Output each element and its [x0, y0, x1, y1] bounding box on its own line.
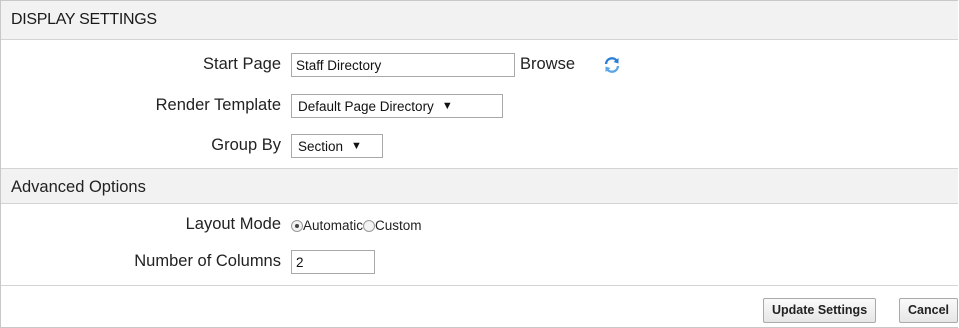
- start-page-input[interactable]: [291, 53, 515, 77]
- cancel-button[interactable]: Cancel: [899, 298, 958, 323]
- automatic-radio-label[interactable]: Automatic: [303, 218, 363, 233]
- dropdown-arrow-icon: ▼: [351, 140, 362, 152]
- custom-radio[interactable]: [363, 219, 376, 232]
- dropdown-arrow-icon: ▼: [441, 100, 453, 112]
- group-by-value: Section: [298, 138, 344, 154]
- advanced-options-header: Advanced Options: [1, 168, 958, 204]
- section-title: DISPLAY SETTINGS: [1, 1, 958, 40]
- automatic-radio[interactable]: [291, 219, 303, 232]
- update-settings-button[interactable]: Update Settings: [763, 298, 877, 323]
- custom-radio-label[interactable]: Custom: [375, 218, 422, 233]
- start-page-label: Start Page: [203, 55, 281, 73]
- render-template-label: Render Template: [155, 96, 281, 114]
- columns-label: Number of Columns: [134, 252, 281, 270]
- layout-mode-row: Layout Mode Automatic Custom: [1, 215, 958, 237]
- display-settings-panel: DISPLAY SETTINGS Start Page Browse Rende…: [0, 0, 958, 328]
- group-by-label: Group By: [211, 136, 281, 154]
- group-by-select[interactable]: Section ▼: [291, 134, 383, 158]
- browse-link[interactable]: Browse: [520, 55, 575, 74]
- render-template-row: Render Template Default Page Directory ▼: [1, 94, 958, 120]
- group-by-row: Group By Section ▼: [1, 134, 958, 160]
- columns-input[interactable]: [291, 250, 375, 274]
- layout-mode-label: Layout Mode: [185, 215, 281, 233]
- columns-row: Number of Columns: [1, 250, 958, 276]
- layout-mode-radio-group: Automatic Custom: [291, 218, 422, 233]
- render-template-value: Default Page Directory: [298, 98, 434, 114]
- render-template-select[interactable]: Default Page Directory ▼: [291, 94, 503, 118]
- footer-divider: [1, 285, 958, 286]
- refresh-icon[interactable]: [603, 56, 621, 79]
- start-page-row: Start Page Browse: [1, 53, 958, 79]
